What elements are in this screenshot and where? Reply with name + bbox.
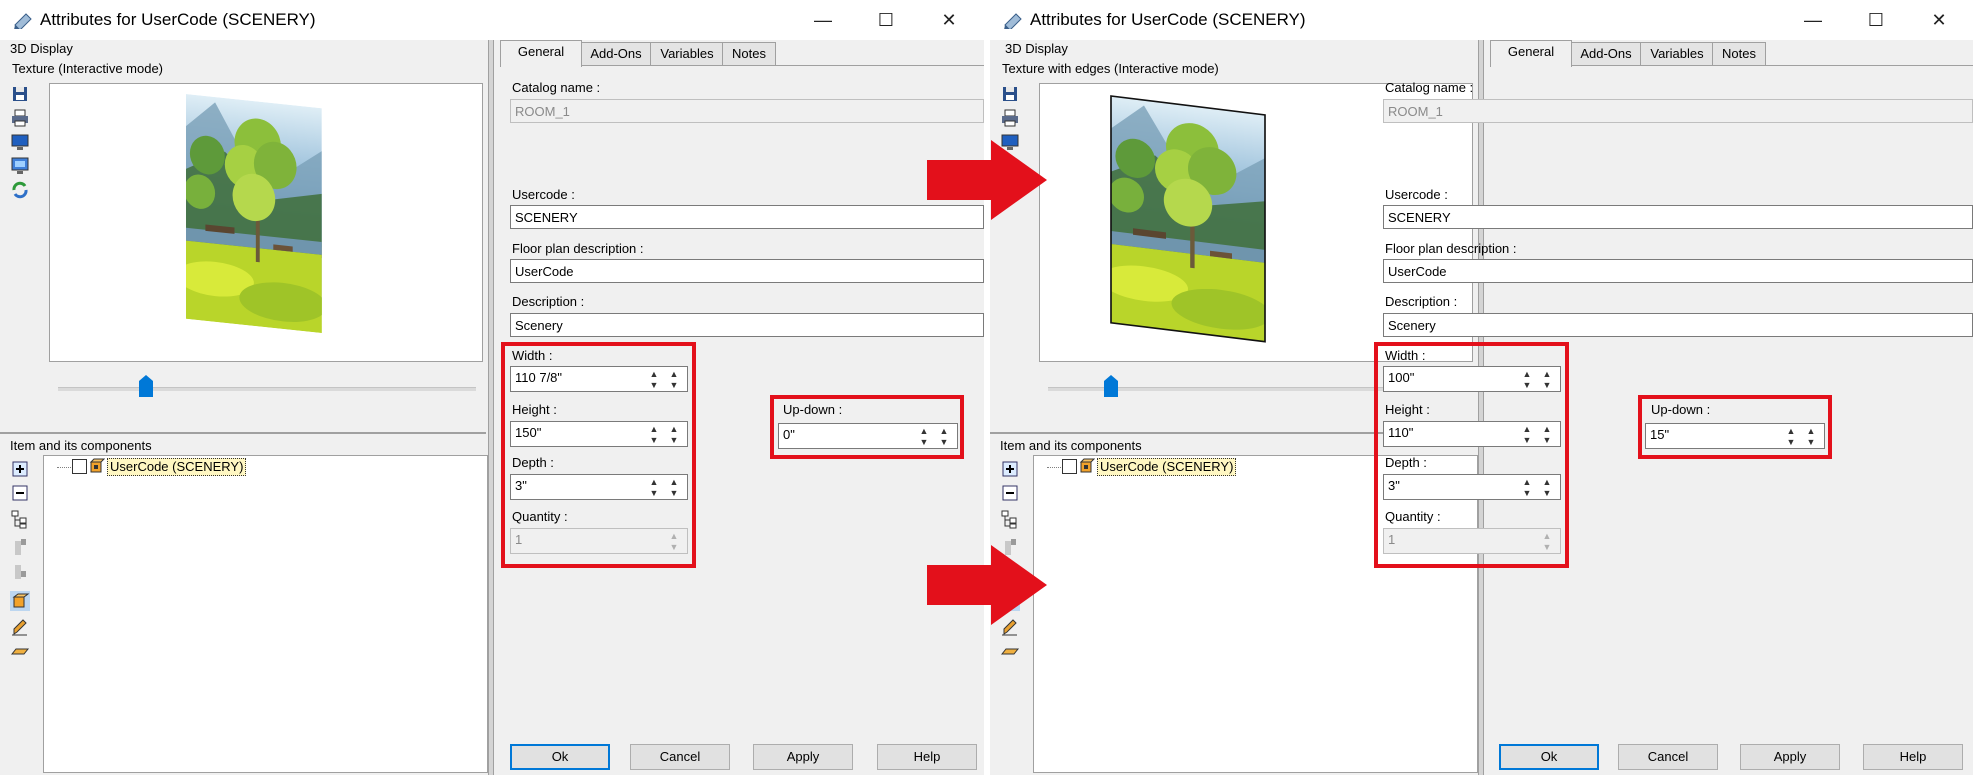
catalog-name-field: ROOM_1	[1383, 99, 1973, 123]
tab-add-ons[interactable]: Add-Ons	[1570, 42, 1642, 65]
hierarchy-icon[interactable]	[1000, 509, 1020, 529]
title-bar: Attributes for UserCode (SCENERY) — ☐ ✕	[990, 0, 1973, 40]
tab-strip: General Add-Ons Variables Notes	[1490, 40, 1973, 67]
components-section-label: Item and its components	[10, 438, 152, 453]
cancel-button[interactable]: Cancel	[630, 744, 730, 770]
refresh-icon[interactable]	[10, 180, 30, 200]
floor-plan-description-field[interactable]: UserCode	[1383, 259, 1973, 283]
minimize-button[interactable]: —	[800, 6, 846, 34]
dimensions-highlight-box	[501, 342, 696, 568]
cancel-button[interactable]: Cancel	[1618, 744, 1718, 770]
title-bar: Attributes for UserCode (SCENERY) — ☐ ✕	[0, 0, 984, 40]
tab-notes[interactable]: Notes	[1712, 42, 1766, 65]
tab-variables[interactable]: Variables	[1640, 42, 1714, 65]
tree-item-checkbox[interactable]	[1062, 459, 1077, 474]
close-button[interactable]: ✕	[1916, 6, 1962, 34]
box-3d-icon	[1079, 458, 1095, 473]
tree-item-usercode[interactable]: UserCode (SCENERY)	[107, 458, 247, 476]
usercode-field[interactable]: SCENERY	[510, 205, 984, 229]
minimize-button[interactable]: —	[1790, 6, 1836, 34]
apply-button[interactable]: Apply	[753, 744, 853, 770]
components-section-label: Item and its components	[1000, 438, 1142, 453]
tree-connector	[1047, 467, 1061, 468]
box-3d-icon	[89, 458, 105, 473]
floor-plan-description-label: Floor plan description :	[1385, 241, 1517, 256]
collapse-icon[interactable]	[1000, 483, 1020, 503]
flat-icon[interactable]	[10, 641, 30, 661]
close-button[interactable]: ✕	[926, 6, 972, 34]
apply-button[interactable]: Apply	[1740, 744, 1840, 770]
help-button[interactable]: Help	[1863, 744, 1963, 770]
3d-viewport[interactable]	[49, 83, 483, 362]
description-field[interactable]: Scenery	[510, 313, 984, 337]
catalog-name-label: Catalog name :	[1385, 80, 1474, 95]
description-field[interactable]: Scenery	[1383, 313, 1973, 337]
pencil-icon	[1004, 13, 1022, 29]
up-down-highlight-box	[770, 395, 964, 459]
window-title: Attributes for UserCode (SCENERY)	[40, 10, 316, 29]
display-section-label: 3D Display	[1005, 41, 1068, 56]
tab-general[interactable]: General	[1490, 40, 1572, 67]
display-mode-label: Texture (Interactive mode)	[12, 61, 164, 76]
transition-arrow-bottom	[927, 545, 1047, 625]
expand-icon[interactable]	[10, 459, 30, 479]
usercode-label: Usercode :	[512, 187, 575, 202]
up-down-highlight-box	[1638, 395, 1832, 459]
dimensions-highlight-box	[1374, 342, 1569, 568]
usercode-label: Usercode :	[1385, 187, 1448, 202]
print-icon[interactable]	[10, 108, 30, 128]
ok-button[interactable]: Ok	[510, 744, 610, 770]
catalog-name-label: Catalog name :	[512, 80, 601, 95]
expand-icon[interactable]	[1000, 459, 1020, 479]
tab-notes[interactable]: Notes	[722, 42, 776, 65]
scenery-preview	[186, 94, 322, 333]
description-label: Description :	[512, 294, 585, 309]
ok-button[interactable]: Ok	[1499, 744, 1599, 770]
tab-add-ons[interactable]: Add-Ons	[580, 42, 652, 65]
floor-plan-description-field[interactable]: UserCode	[510, 259, 984, 283]
tab-strip: General Add-Ons Variables Notes	[500, 40, 984, 67]
usercode-field[interactable]: SCENERY	[1383, 205, 1973, 229]
zoom-slider-track[interactable]	[58, 387, 476, 391]
attributes-dialog-right: Attributes for UserCode (SCENERY) — ☐ ✕ …	[990, 0, 1973, 775]
tab-variables[interactable]: Variables	[650, 42, 724, 65]
flat-icon[interactable]	[1000, 641, 1020, 661]
window-title: Attributes for UserCode (SCENERY)	[1030, 10, 1306, 29]
box-3d-icon[interactable]	[10, 591, 30, 611]
display-settings-icon[interactable]	[10, 156, 30, 176]
tree-connector	[57, 467, 71, 468]
display-mode-label: Texture with edges (Interactive mode)	[1002, 61, 1219, 76]
pencil-icon	[14, 13, 32, 29]
tree-item-checkbox[interactable]	[72, 459, 87, 474]
print-icon[interactable]	[1000, 108, 1020, 128]
move-down-icon[interactable]	[10, 561, 30, 581]
attributes-dialog-left: Attributes for UserCode (SCENERY) — ☐ ✕ …	[0, 0, 984, 775]
zoom-slider-thumb[interactable]	[1104, 375, 1118, 397]
components-tree[interactable]: UserCode (SCENERY)	[43, 455, 488, 773]
transition-arrow-top	[927, 140, 1047, 220]
save-icon[interactable]	[1000, 84, 1020, 104]
display-section-label: 3D Display	[10, 41, 73, 56]
hierarchy-icon[interactable]	[10, 509, 30, 529]
maximize-button[interactable]: ☐	[863, 6, 909, 34]
tree-item-usercode[interactable]: UserCode (SCENERY)	[1097, 458, 1237, 476]
description-label: Description :	[1385, 294, 1458, 309]
zoom-slider-thumb[interactable]	[139, 375, 153, 397]
maximize-button[interactable]: ☐	[1853, 6, 1899, 34]
tab-general[interactable]: General	[500, 40, 582, 67]
splitter-horizontal[interactable]	[0, 432, 486, 434]
splitter-vertical[interactable]	[488, 40, 494, 775]
catalog-name-field: ROOM_1	[510, 99, 984, 123]
save-icon[interactable]	[10, 84, 30, 104]
edit-icon[interactable]	[10, 617, 30, 637]
collapse-icon[interactable]	[10, 483, 30, 503]
help-button[interactable]: Help	[877, 744, 977, 770]
monitor-icon[interactable]	[10, 132, 30, 152]
move-up-icon[interactable]	[10, 537, 30, 557]
floor-plan-description-label: Floor plan description :	[512, 241, 644, 256]
